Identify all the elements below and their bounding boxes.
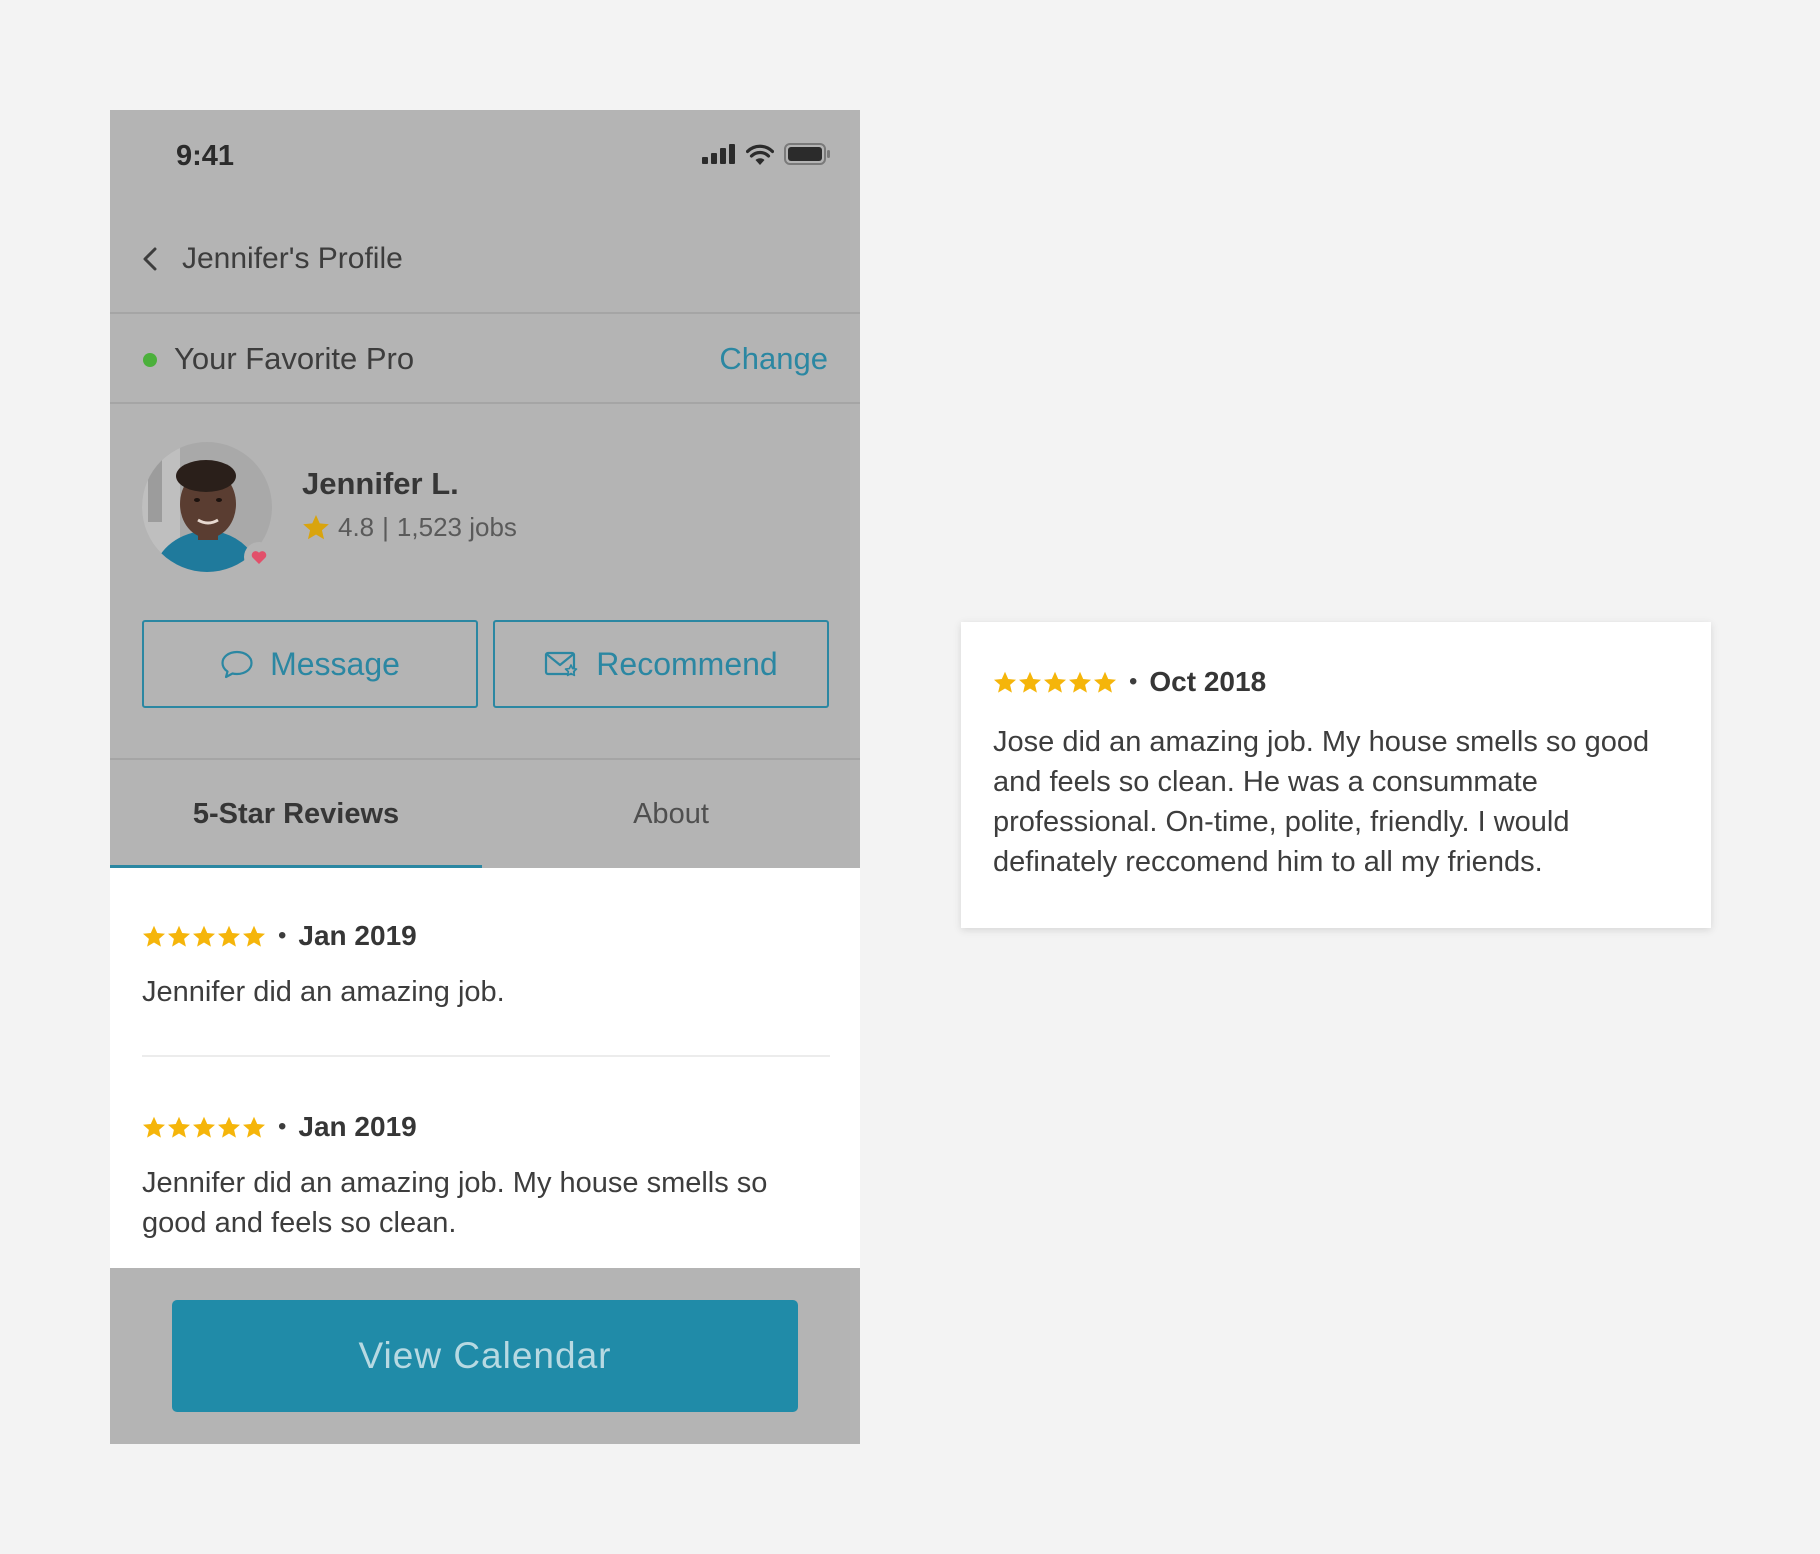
five-star-rating [993, 671, 1117, 694]
favorite-pro-label: Your Favorite Pro [174, 341, 415, 376]
cellular-signal-icon [702, 144, 735, 164]
star-icon [168, 925, 190, 947]
star-icon [1044, 671, 1066, 693]
star-icon [243, 925, 265, 947]
review-date: Jan 2019 [298, 1111, 417, 1142]
review-item: • Jan 2019 Jennifer did an amazing job. … [142, 1111, 830, 1243]
bullet-separator: • [278, 1113, 287, 1140]
star-icon [168, 1116, 190, 1138]
review-date: Jan 2019 [298, 920, 417, 951]
battery-icon [784, 143, 830, 165]
review-date: Oct 2018 [1149, 666, 1267, 697]
star-icon [303, 515, 329, 540]
recommend-button[interactable]: Recommend [493, 620, 829, 708]
star-icon [143, 1116, 165, 1138]
cta-area: View Calendar [110, 1268, 860, 1444]
bullet-separator: • [1129, 668, 1138, 695]
page-title: Jennifer's Profile [182, 242, 403, 275]
heart-badge [244, 542, 274, 572]
star-icon [1069, 671, 1091, 693]
pro-name: Jennifer L. [302, 466, 459, 501]
pro-jobs: 1,523 jobs [396, 512, 517, 542]
star-icon [994, 671, 1016, 693]
review-header: • Jan 2019 [142, 920, 830, 952]
divider [142, 1055, 830, 1057]
star-icon [1094, 671, 1116, 693]
tab-about[interactable]: About [482, 760, 860, 868]
five-star-rating [142, 1116, 266, 1139]
tab-bar: 5-Star Reviews About [110, 758, 860, 869]
chat-bubble-icon [221, 650, 253, 679]
view-calendar-button[interactable]: View Calendar [172, 1300, 798, 1412]
star-icon [143, 925, 165, 947]
status-time: 9:41 [176, 140, 235, 172]
stats-separator: | [382, 512, 389, 542]
star-icon [218, 1116, 240, 1138]
review-text: Jennifer did an amazing job. My house sm… [142, 1167, 768, 1239]
reviews-list: • Jan 2019 Jennifer did an amazing job. … [110, 868, 860, 1268]
wifi-icon [746, 144, 774, 165]
review-header: • Oct 2018 [993, 666, 1266, 698]
message-button-label: Message [270, 645, 400, 682]
review-text: Jennifer did an amazing job. [142, 976, 505, 1008]
pro-rating: 4.8 [338, 512, 375, 542]
star-icon [193, 925, 215, 947]
star-icon [243, 1116, 265, 1138]
star-icon [1019, 671, 1041, 693]
review-header: • Jan 2019 [142, 1111, 830, 1143]
change-link[interactable]: Change [719, 341, 828, 377]
message-button[interactable]: Message [142, 620, 478, 708]
nav-bar: Jennifer's Profile [110, 206, 860, 314]
status-icons [702, 143, 830, 165]
envelope-icon [545, 651, 578, 677]
favorite-status-dot [143, 353, 157, 367]
review-text: Jose did an amazing job. My house smells… [993, 726, 1650, 878]
star-icon [218, 925, 240, 947]
chevron-left-icon[interactable] [138, 244, 162, 274]
bullet-separator: • [278, 922, 287, 949]
review-item: • Jan 2019 Jennifer did an amazing job. [142, 920, 830, 1012]
phone-screen: 9:41 Jennifer's Profile Your Favorite Pr… [110, 110, 860, 1444]
star-icon [193, 1116, 215, 1138]
recommend-button-label: Recommend [596, 645, 778, 682]
review-detail-card: • Oct 2018 Jose did an amazing job. My h… [961, 622, 1711, 928]
heart-icon [251, 551, 267, 564]
five-star-rating [142, 925, 266, 948]
tab-5-star-reviews[interactable]: 5-Star Reviews [110, 760, 482, 868]
status-bar: 9:41 [110, 110, 860, 206]
pro-stats: 4.8 | 1,523 jobs [302, 512, 517, 543]
favorite-pro-row: Your Favorite Pro Change [110, 314, 860, 404]
